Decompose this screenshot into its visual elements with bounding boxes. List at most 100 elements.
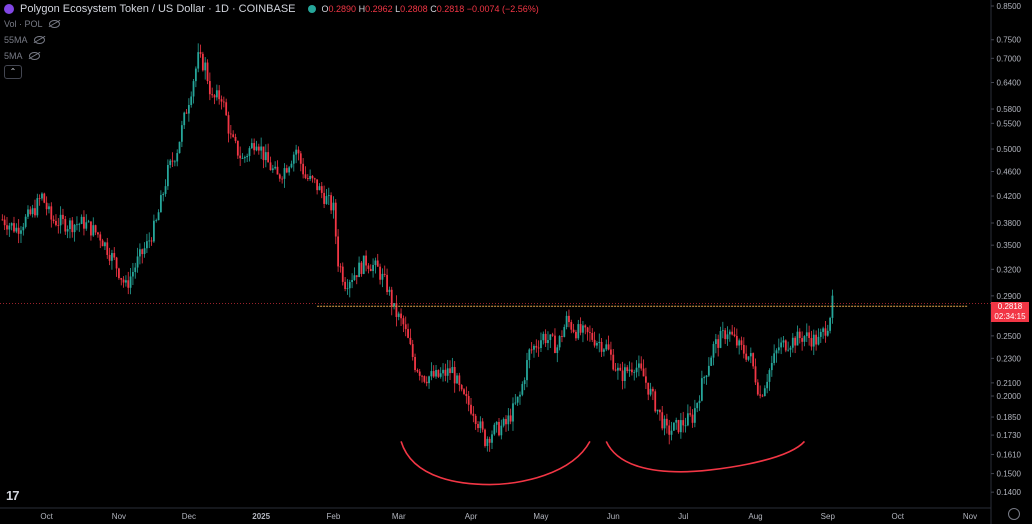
y-tick-label: 0.5800 bbox=[997, 105, 1022, 114]
candle-body bbox=[69, 220, 71, 230]
candle-body bbox=[10, 223, 13, 226]
candle-body bbox=[575, 331, 577, 339]
candle-body bbox=[17, 227, 20, 234]
candle-body bbox=[738, 340, 741, 346]
candle-body bbox=[139, 249, 141, 257]
symbol-title[interactable]: Polygon Ecosystem Token / US Dollar · 1D… bbox=[20, 3, 296, 15]
candle-body bbox=[290, 163, 293, 168]
candle-body bbox=[278, 174, 281, 179]
candle-body bbox=[421, 375, 423, 377]
candle-body bbox=[558, 336, 561, 348]
candle-body bbox=[136, 256, 139, 268]
candle-body bbox=[593, 339, 596, 346]
candle-body bbox=[157, 212, 160, 221]
candle-body bbox=[45, 202, 48, 210]
x-tick-label: Nov bbox=[112, 512, 126, 521]
candle-body bbox=[232, 134, 235, 137]
y-tick-label: 0.3200 bbox=[997, 265, 1022, 274]
polygon-logo-icon bbox=[4, 4, 14, 14]
hidden-eye-icon[interactable] bbox=[48, 20, 60, 28]
hidden-eye-icon[interactable] bbox=[33, 36, 45, 44]
candle-body bbox=[150, 240, 153, 242]
indicator-volume[interactable]: Vol · POL bbox=[4, 19, 60, 29]
price-chart[interactable]: 0.8500 0.7500 0.7000 0.6400 0.5800 0.5500 0.50… bbox=[0, 0, 1032, 524]
y-tick-label: 0.4200 bbox=[997, 192, 1022, 201]
candle-body bbox=[726, 334, 729, 340]
candle-body bbox=[108, 254, 111, 261]
candle-body bbox=[416, 370, 419, 372]
candle-body bbox=[255, 146, 258, 151]
candle-body bbox=[766, 381, 769, 389]
candle-body bbox=[87, 221, 90, 223]
candle-body bbox=[62, 214, 64, 220]
collapse-legend-button[interactable]: ⌃ bbox=[4, 65, 22, 79]
candle-body bbox=[327, 195, 330, 197]
candle-body bbox=[446, 368, 449, 376]
candle-body bbox=[635, 367, 638, 373]
candle-body bbox=[302, 163, 305, 175]
candle-body bbox=[570, 322, 573, 330]
candle-body bbox=[104, 242, 106, 247]
candle-body bbox=[365, 255, 367, 266]
candle-body bbox=[705, 375, 708, 378]
x-tick-label: Aug bbox=[748, 512, 762, 521]
x-tick-label: May bbox=[533, 512, 548, 521]
candle-body bbox=[477, 424, 479, 429]
candle-body bbox=[735, 335, 738, 346]
candle-body bbox=[341, 266, 344, 282]
candle-body bbox=[111, 253, 113, 261]
candle-body bbox=[304, 174, 307, 179]
x-tick-label: Feb bbox=[327, 512, 341, 521]
candle-body bbox=[248, 148, 251, 156]
candle-body bbox=[176, 153, 179, 162]
candle-body bbox=[178, 141, 181, 154]
candle-body bbox=[50, 206, 53, 220]
candle-body bbox=[99, 234, 102, 241]
hidden-eye-icon[interactable] bbox=[28, 52, 40, 60]
candle-body bbox=[456, 375, 458, 384]
candle-body bbox=[113, 253, 116, 258]
candle-body bbox=[234, 136, 237, 141]
candle-body bbox=[383, 273, 386, 275]
x-tick-label: 2025 bbox=[252, 512, 270, 521]
candle-body bbox=[745, 353, 748, 360]
candle-body bbox=[561, 336, 563, 337]
candle-body bbox=[502, 418, 505, 426]
candle-body bbox=[360, 262, 363, 274]
candle-body bbox=[332, 202, 335, 211]
x-tick-label: Jun bbox=[607, 512, 620, 521]
candle-body bbox=[316, 179, 319, 191]
candle-body bbox=[381, 273, 384, 280]
candle-body bbox=[777, 347, 780, 351]
candle-body bbox=[31, 208, 34, 215]
candle-body bbox=[348, 282, 351, 289]
x-tick-label: Nov bbox=[963, 512, 977, 521]
candle-body bbox=[733, 334, 736, 336]
candle-body bbox=[257, 146, 260, 151]
candle-body bbox=[43, 193, 46, 203]
candle-body bbox=[488, 438, 491, 443]
candle-body bbox=[481, 421, 484, 430]
candle-body bbox=[519, 394, 521, 397]
candle-body bbox=[211, 94, 214, 96]
candle-body bbox=[467, 396, 470, 405]
candle-body bbox=[374, 260, 377, 265]
candle-body bbox=[390, 289, 393, 307]
candle-body bbox=[521, 384, 524, 395]
candle-body bbox=[605, 344, 608, 350]
candle-body bbox=[775, 350, 778, 354]
indicator-55ma[interactable]: 55MA bbox=[4, 35, 45, 45]
candle-body bbox=[714, 339, 717, 344]
candle-body bbox=[78, 223, 81, 225]
candle-body bbox=[470, 404, 472, 414]
candle-body bbox=[199, 52, 202, 54]
settings-gear-icon[interactable] bbox=[1008, 508, 1020, 520]
candle-body bbox=[444, 369, 447, 376]
candle-body bbox=[260, 146, 263, 151]
candle-body bbox=[118, 268, 120, 279]
candle-body bbox=[194, 68, 197, 82]
candle-body bbox=[556, 347, 559, 353]
candle-body bbox=[640, 363, 643, 369]
indicator-5ma[interactable]: 5MA bbox=[4, 51, 40, 61]
candle-body bbox=[187, 104, 190, 114]
